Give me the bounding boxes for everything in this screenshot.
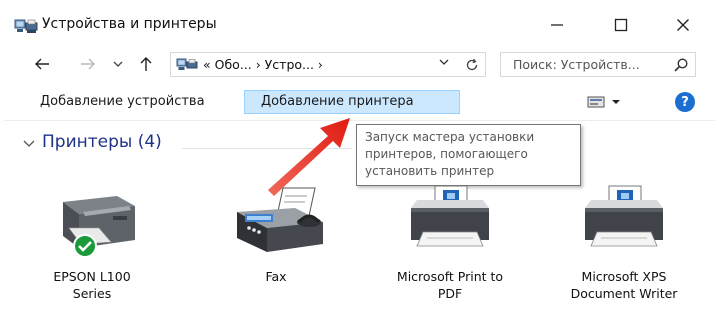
minimize-button[interactable] [534,8,580,42]
chevron-down-icon [439,59,449,65]
view-options-icon [587,96,605,108]
device-epson-l100[interactable]: EPSON L100 Series [12,182,172,302]
search-box[interactable]: Поиск: Устройств... [500,52,696,77]
refresh-button[interactable] [461,54,483,76]
title-bar: Устройства и принтеры [4,4,715,44]
minimize-icon [551,24,563,26]
search-icon[interactable] [673,57,689,73]
arrow-right-icon [81,58,95,70]
navigation-bar: « Обо... › Устро... › Поиск: Устройств..… [4,46,715,84]
printer-icon [585,185,663,247]
printers-group-title: Принтеры (4) [42,132,162,152]
close-button[interactable] [660,8,706,42]
help-button[interactable]: ? [675,92,695,112]
devices-printers-icon [14,19,38,33]
back-button[interactable] [30,52,54,76]
refresh-icon [466,58,478,71]
devices-and-printers-window: Устройства и принтеры « Обо... › Устро..… [4,4,715,306]
add-device-button[interactable]: Добавление устройства [32,90,213,114]
maximize-button[interactable] [598,8,644,42]
add-printer-tooltip: Запуск мастера установки принтеров, помо… [356,124,581,186]
change-view-button[interactable] [586,94,630,110]
address-bar[interactable]: « Обо... › Устро... › [170,52,486,77]
device-microsoft-xps-document-writer[interactable]: Microsoft XPS Document Writer [544,182,704,302]
up-button[interactable] [134,52,158,76]
chevron-down-icon [23,140,35,147]
inkjet-printer-default-icon [63,196,135,258]
arrow-left-icon [35,58,49,70]
maximize-icon [614,18,628,32]
chevron-down-icon [612,100,620,104]
forward-button[interactable] [76,52,100,76]
window-title: Устройства и принтеры [42,16,217,32]
arrow-up-icon [140,57,152,71]
device-microsoft-print-to-pdf[interactable]: Microsoft Print to PDF [370,182,530,302]
device-label: Microsoft XPS Document Writer [570,269,678,301]
devices-printers-icon [176,58,198,70]
tooltip-text: Запуск мастера установки принтеров, помо… [365,130,535,178]
printer-icon [411,185,489,247]
device-label: Microsoft Print to PDF [396,269,504,301]
address-path[interactable]: « Обо... › Устро... › [203,57,323,72]
device-label: EPSON L100 Series [53,269,131,301]
help-icon: ? [681,94,689,110]
device-label: Fax [265,269,287,284]
recent-locations-button[interactable] [106,52,130,76]
fax-icon [237,187,323,252]
default-printer-check-icon [73,234,97,258]
search-input[interactable]: Поиск: Устройств... [513,57,640,72]
address-dropdown-button[interactable] [439,56,449,69]
chevron-down-icon [113,61,123,67]
device-fax[interactable]: Fax [196,182,356,285]
close-icon [677,19,689,31]
